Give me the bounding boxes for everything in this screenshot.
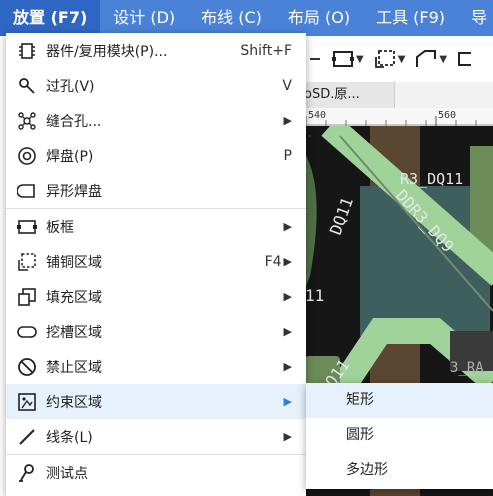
horizontal-ruler: 540 560 (300, 108, 493, 127)
submenu-arrow-icon: ▶ (283, 430, 292, 443)
menu-item-stitching-hole[interactable]: 缝合孔... ▶ (6, 103, 306, 138)
board-outline-icon (16, 216, 38, 238)
fill-region-icon (16, 286, 38, 308)
menu-item-label: 过孔(V) (46, 78, 95, 95)
partial-tool-icon (458, 52, 472, 66)
menu-item-copper-pour[interactable]: 铺铜区域 F4 ▶ (6, 244, 306, 279)
menu-item-label: 挖槽区域 (46, 324, 102, 341)
menu-item-slot-region[interactable]: 挖槽区域 ▶ (6, 314, 306, 349)
menu-item-component[interactable]: 器件/复用模块(P)... Shift+F (6, 33, 306, 68)
toolbar-partial-button[interactable] (457, 49, 472, 69)
custom-pad-icon (16, 180, 38, 202)
menu-item-label: 焊盘(P) (46, 148, 94, 165)
line-icon (16, 426, 38, 448)
menu-item-label: 板框 (46, 219, 74, 236)
keepout-region-icon (16, 356, 38, 378)
menu-item-label: 缝合孔... (46, 113, 102, 130)
menu-item-label: 器件/复用模块(P)... (46, 43, 168, 60)
menu-item-label: 线条(L) (46, 429, 93, 446)
via-icon (16, 75, 38, 97)
toolbar-arrow-fragment[interactable] (310, 49, 322, 69)
arrow-fragment-icon (310, 58, 320, 60)
ruler-ticks (300, 116, 493, 126)
menu-design[interactable]: 设计 (D) (100, 0, 188, 36)
chevron-down-icon: ▼ (397, 53, 406, 65)
menu-item-custom-pad[interactable]: 异形焊盘 (6, 173, 306, 208)
menu-item-via[interactable]: 过孔(V) V (6, 68, 306, 103)
toolbar-board-outline[interactable]: ▼ (332, 50, 364, 68)
pad-icon (16, 145, 38, 167)
submenu-arrow-icon: ▶ (283, 220, 292, 233)
submenu-arrow-icon: ▶ (283, 290, 292, 303)
menu-item-label: 测试点 (46, 465, 88, 482)
shortcut-label: F4 (264, 253, 282, 270)
shortcut-label: V (282, 77, 292, 94)
menu-item-keepout-region[interactable]: 禁止区域 ▶ (6, 349, 306, 384)
menu-item-board-outline[interactable]: 板框 ▶ (6, 209, 306, 244)
menu-tools[interactable]: 工具 (F9) (363, 0, 458, 36)
toolbar: ▼ ▼ ▼ (300, 36, 493, 82)
submenu-item-circle[interactable]: 圆形 (306, 418, 493, 453)
ruler-tick-label: 540 (308, 110, 327, 121)
net-label: R3_DQ11 (400, 170, 463, 188)
menu-item-label: 填充区域 (46, 289, 102, 306)
submenu-item-polygon[interactable]: 多边形 (306, 453, 493, 488)
menu-route[interactable]: 布线 (C) (188, 0, 275, 36)
submenu-item-rectangle[interactable]: 矩形 (306, 383, 493, 418)
chevron-down-icon: ▼ (356, 53, 364, 65)
test-point-icon (16, 462, 38, 484)
menu-item-label: 约束区域 (46, 394, 102, 411)
menu-item-label: 禁止区域 (46, 359, 102, 376)
ruler-tick-label: 560 (438, 110, 457, 121)
component-icon (16, 40, 38, 62)
toolbar-copper-pour[interactable]: ▼ (374, 49, 406, 69)
rectangle-outline-icon (332, 51, 354, 67)
submenu-arrow-icon: ▶ (283, 255, 292, 268)
menu-layout[interactable]: 布局 (O) (275, 0, 363, 36)
stitching-hole-icon (16, 110, 38, 132)
menu-export-partial[interactable]: 导 (458, 0, 493, 36)
dashed-region-icon (374, 50, 395, 68)
copper-pour-icon (16, 251, 38, 273)
menu-item-pad[interactable]: 焊盘(P) P (6, 138, 306, 173)
menu-bar: 放置 (F7) 设计 (D) 布线 (C) 布局 (O) 工具 (F9) 导 (0, 0, 493, 36)
submenu-arrow-icon: ▶ (283, 325, 292, 338)
menu-item-label: 铺铜区域 (46, 254, 102, 271)
polyline-icon (416, 50, 437, 67)
menu-place[interactable]: 放置 (F7) (0, 0, 101, 36)
menu-item-constraint-region[interactable]: 约束区域 ▶ (6, 384, 306, 419)
tab-document[interactable]: oSD.原... (300, 82, 395, 108)
menu-item-line[interactable]: 线条(L) ▶ (6, 419, 306, 454)
toolbar-line[interactable]: ▼ (415, 49, 447, 69)
place-menu: 器件/复用模块(P)... Shift+F 过孔(V) V 缝合孔... ▶ 焊… (6, 33, 306, 496)
net-label: 3_RA (450, 360, 484, 376)
shortcut-label: P (283, 147, 292, 164)
submenu-arrow-icon: ▶ (283, 114, 292, 127)
menu-item-test-point[interactable]: 测试点 (6, 455, 306, 490)
net-label: 11 (305, 286, 324, 305)
menu-item-label: 异形焊盘 (46, 183, 102, 200)
chevron-down-icon: ▼ (439, 53, 448, 65)
menu-item-fill-region[interactable]: 填充区域 ▶ (6, 279, 306, 314)
submenu-arrow-icon: ▶ (283, 395, 292, 408)
constraint-region-icon (16, 391, 38, 413)
submenu-arrow-icon: ▶ (283, 360, 292, 373)
shortcut-label: Shift+F (240, 42, 292, 59)
slot-region-icon (16, 321, 38, 343)
document-tabs: oSD.原... (300, 82, 493, 109)
constraint-region-submenu: 矩形 圆形 多边形 (306, 383, 493, 489)
